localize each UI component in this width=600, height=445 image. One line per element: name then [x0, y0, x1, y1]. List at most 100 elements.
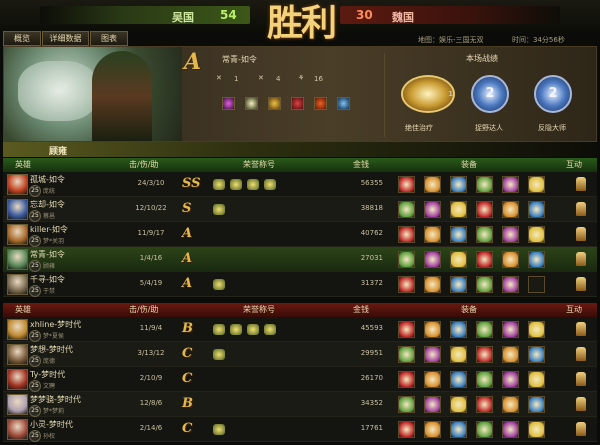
equipment-slot-icon[interactable] — [502, 371, 519, 388]
table-row[interactable]: 25 梦梦骁-梦时代 梦*梦莉 12/8/6 B 34352 — [3, 392, 597, 417]
equipment-slot-icon[interactable] — [528, 321, 545, 338]
equipment-slot-icon[interactable] — [450, 346, 467, 363]
like-icon[interactable] — [576, 252, 586, 266]
equipment-slot-icon[interactable] — [476, 346, 493, 363]
hero-avatar[interactable] — [7, 419, 28, 440]
equipment-slot-icon[interactable] — [528, 226, 545, 243]
equipment-slot-icon[interactable] — [424, 396, 441, 413]
equipment-slot-icon[interactable] — [424, 201, 441, 218]
equipment-slot-icon[interactable] — [398, 251, 415, 268]
table-row[interactable]: 25 梦想-梦时代 庞德 3/13/12 C 29951 — [3, 342, 597, 367]
hero-avatar[interactable] — [7, 394, 28, 415]
tab-details[interactable]: 详细数据 — [42, 31, 89, 46]
equipment-slot-icon[interactable] — [450, 371, 467, 388]
equipment-slot-icon[interactable] — [424, 321, 441, 338]
equipment-slot-icon[interactable] — [450, 421, 467, 438]
hero-name: 梦*梦莉 — [43, 408, 65, 415]
equipment-slot-icon[interactable] — [398, 346, 415, 363]
equipment-slot-icon[interactable] — [424, 371, 441, 388]
hero-avatar[interactable] — [7, 274, 28, 295]
equipment-slot-icon[interactable] — [450, 321, 467, 338]
equipment-slot-icon[interactable] — [528, 371, 545, 388]
table-row[interactable]: 25 小灵-梦时代 孙权 2/14/6 C 17761 — [3, 417, 597, 442]
like-icon[interactable] — [576, 277, 586, 291]
hero-avatar[interactable] — [7, 369, 28, 390]
like-icon[interactable] — [576, 347, 586, 361]
equipment-slot-icon[interactable] — [424, 226, 441, 243]
table-row[interactable]: 25 忘却-如令 蔡邕 12/10/22 S 38818 — [3, 197, 597, 222]
hero-avatar[interactable] — [7, 319, 28, 340]
equipment-slot-icon[interactable] — [398, 176, 415, 193]
table-row[interactable]: 25 千寻-如令 于禁 5/4/19 A 31372 — [3, 272, 597, 297]
equipment-slot-icon[interactable] — [528, 346, 545, 363]
equipment-slot-icon[interactable] — [398, 276, 415, 293]
like-icon[interactable] — [576, 322, 586, 336]
equipment-slot-icon[interactable] — [502, 396, 519, 413]
equipment-slot-icon[interactable] — [450, 226, 467, 243]
equipment-slot-icon[interactable] — [398, 321, 415, 338]
equipment-slot-icon[interactable] — [450, 251, 467, 268]
table-row[interactable]: 25 孤城-如令 庞统 24/3/10 SS 56355 — [3, 172, 597, 197]
table-row[interactable]: 25 Ty-梦时代 文聘 2/10/9 C 26170 — [3, 367, 597, 392]
equipment-slot-icon[interactable] — [424, 276, 441, 293]
equipment-slot-icon[interactable] — [450, 276, 467, 293]
assist-count: 16 — [314, 75, 323, 83]
equipment-slot-icon[interactable] — [424, 251, 441, 268]
equipment-slot-icon[interactable] — [502, 226, 519, 243]
hero-avatar[interactable] — [7, 174, 28, 195]
level-badge: 25 — [29, 260, 41, 272]
col-interact: 互动 — [566, 160, 582, 169]
equipment-slot-icon[interactable] — [398, 201, 415, 218]
table-row[interactable]: 25 常青-如令 顾雍 1/4/16 A 27031 — [3, 247, 597, 272]
equipment-slot-icon[interactable] — [528, 421, 545, 438]
equipment-slot-icon[interactable] — [502, 321, 519, 338]
kill-icon: ✕ — [216, 74, 222, 82]
like-icon[interactable] — [576, 372, 586, 386]
like-icon[interactable] — [576, 177, 586, 191]
kda-value: 2/14/6 — [139, 424, 163, 432]
equipment-slot-icon[interactable] — [476, 321, 493, 338]
like-icon[interactable] — [576, 202, 586, 216]
hero-avatar[interactable] — [7, 344, 28, 365]
equipment-slot-icon[interactable] — [476, 396, 493, 413]
equipment-slot-icon[interactable] — [424, 421, 441, 438]
equipment-slot-icon[interactable] — [502, 176, 519, 193]
hero-avatar[interactable] — [7, 249, 28, 270]
equipment-slot-icon[interactable] — [476, 371, 493, 388]
table-row[interactable]: 25 xhline-梦时代 梦*夏侯 11/9/4 B 45593 — [3, 317, 597, 342]
equipment-slot-icon[interactable] — [450, 396, 467, 413]
equipment-slot-icon[interactable] — [450, 201, 467, 218]
table-row[interactable]: 25 killer-如令 梦*关羽 11/9/17 A 40762 — [3, 222, 597, 247]
equipment-slot-icon[interactable] — [424, 346, 441, 363]
equipment-slot-icon[interactable] — [476, 201, 493, 218]
equipment-slot-icon[interactable] — [502, 276, 519, 293]
equipment-slot-icon[interactable] — [476, 226, 493, 243]
equipment-slot-icon[interactable] — [476, 276, 493, 293]
equipment-slot-icon[interactable] — [528, 176, 545, 193]
equipment-slot-icon[interactable] — [502, 346, 519, 363]
equipment-slot-icon[interactable] — [398, 226, 415, 243]
equipment-slot-icon[interactable] — [398, 396, 415, 413]
equipment-slot-icon[interactable] — [450, 176, 467, 193]
equipment-slot-icon[interactable] — [476, 251, 493, 268]
equipment-slot-icon[interactable] — [528, 276, 545, 293]
equipment-slot-icon[interactable] — [502, 251, 519, 268]
col-equip: 装备 — [461, 305, 477, 314]
like-icon[interactable] — [576, 227, 586, 241]
like-icon[interactable] — [576, 422, 586, 436]
equipment-slot-icon[interactable] — [528, 396, 545, 413]
hero-avatar[interactable] — [7, 224, 28, 245]
equipment-slot-icon[interactable] — [398, 421, 415, 438]
equipment-slot-icon[interactable] — [502, 421, 519, 438]
tab-overview[interactable]: 概览 — [3, 31, 41, 46]
equipment-slot-icon[interactable] — [424, 176, 441, 193]
equipment-slot-icon[interactable] — [528, 201, 545, 218]
equipment-slot-icon[interactable] — [476, 421, 493, 438]
equipment-slot-icon[interactable] — [528, 251, 545, 268]
equipment-slot-icon[interactable] — [502, 201, 519, 218]
equipment-slot-icon[interactable] — [398, 371, 415, 388]
tab-charts[interactable]: 图表 — [90, 31, 128, 46]
hero-avatar[interactable] — [7, 199, 28, 220]
equipment-slot-icon[interactable] — [476, 176, 493, 193]
like-icon[interactable] — [576, 397, 586, 411]
